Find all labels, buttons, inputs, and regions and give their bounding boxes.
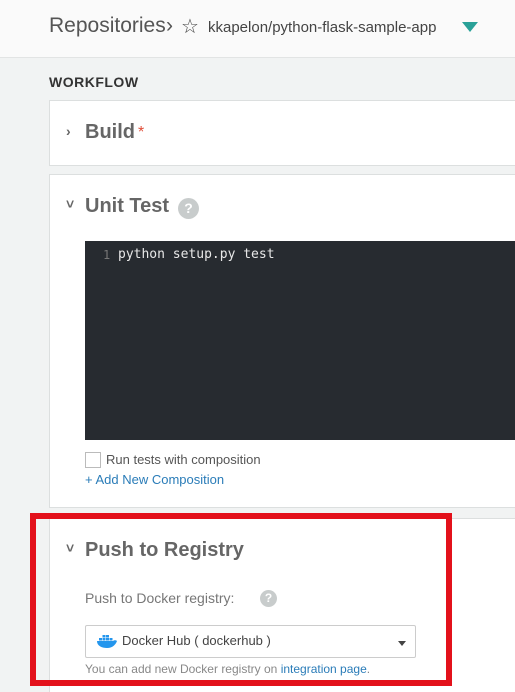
repo-name[interactable]: kkapelon/python-flask-sample-app [208, 19, 436, 36]
top-bar: Repositories › ☆ kkapelon/python-flask-s… [0, 0, 515, 58]
chevron-right-icon[interactable]: › [66, 123, 71, 139]
composition-checkbox-label[interactable]: Run tests with composition [106, 452, 261, 467]
composition-checkbox[interactable] [85, 452, 101, 468]
unit-test-title[interactable]: Unit Test [85, 195, 169, 218]
highlight-box [30, 513, 452, 686]
breadcrumb-repositories[interactable]: Repositories [49, 14, 166, 38]
add-composition-link[interactable]: + Add New Composition [85, 472, 224, 487]
repo-dropdown-caret-icon[interactable] [462, 22, 478, 32]
help-icon[interactable]: ? [178, 198, 199, 219]
editor-line-number: 1 [103, 248, 111, 262]
editor-code-line[interactable]: python setup.py test [118, 247, 275, 262]
code-editor[interactable] [85, 241, 515, 440]
star-icon[interactable]: ☆ [181, 17, 199, 37]
workflow-label: WORKFLOW [49, 74, 139, 90]
build-title[interactable]: Build [85, 121, 135, 144]
chevron-down-icon[interactable]: ˅ [66, 196, 74, 212]
breadcrumb-separator: › [166, 14, 173, 37]
required-asterisk: * [138, 124, 145, 141]
